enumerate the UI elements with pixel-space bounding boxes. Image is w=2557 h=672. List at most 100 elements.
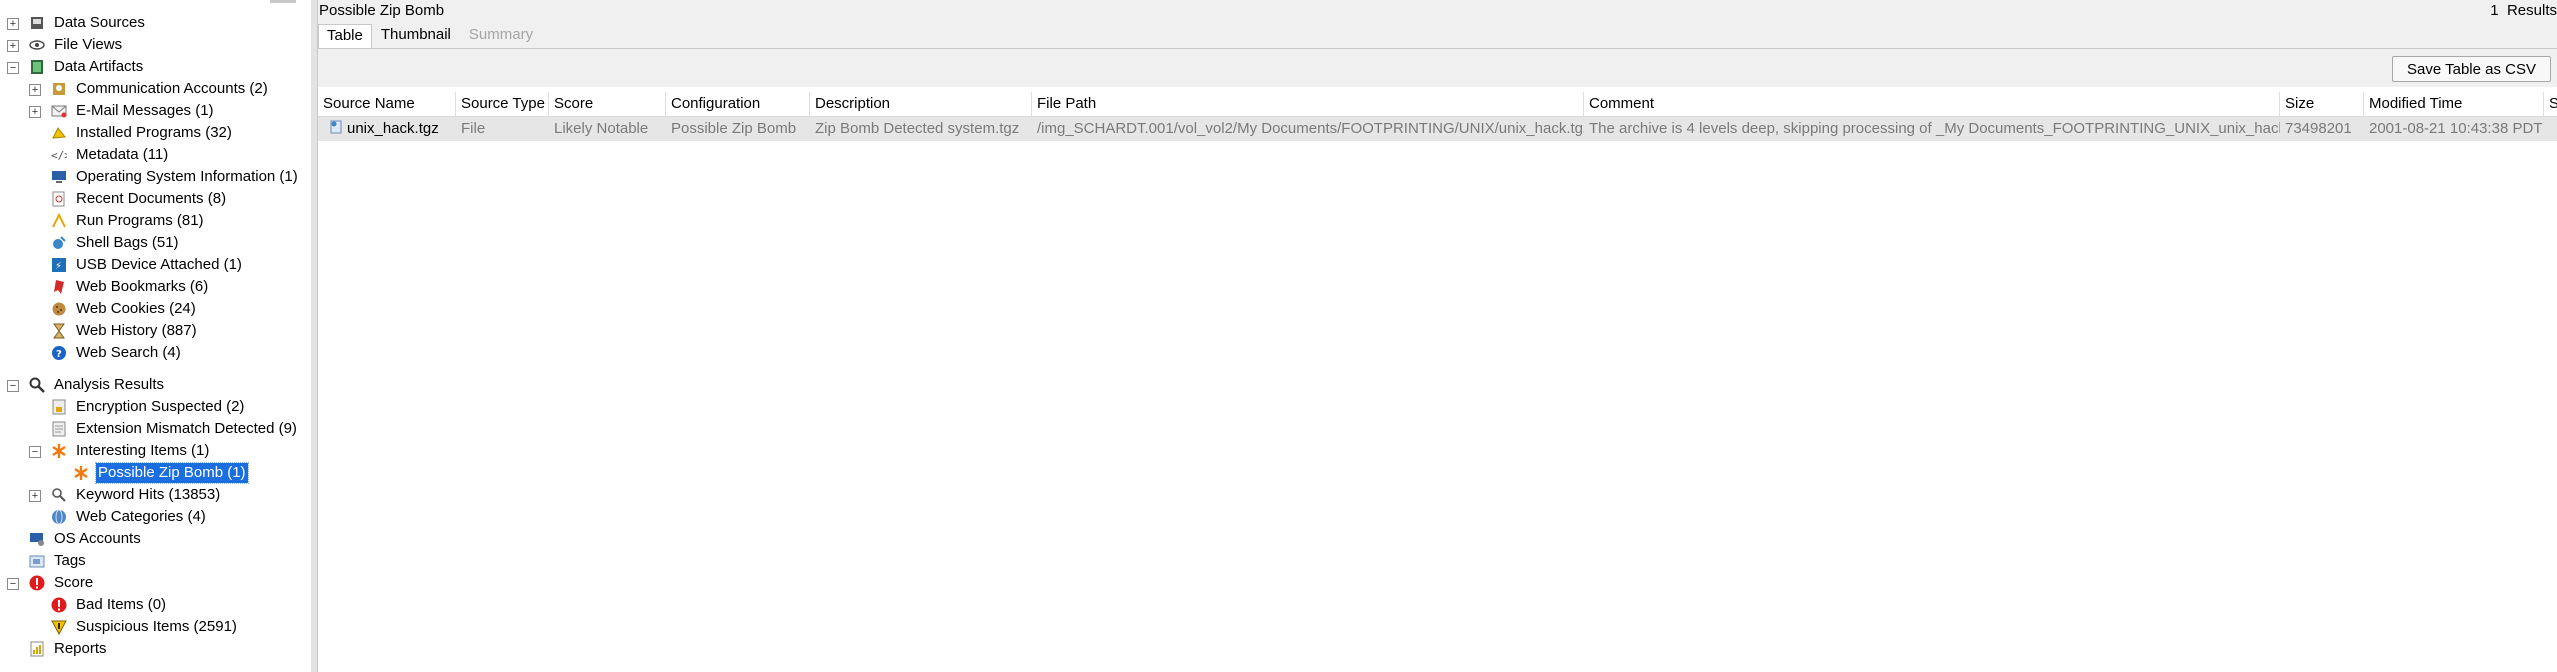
navigation-tree[interactable]: + Data Sources + File Views − Data Artif… [0, 0, 311, 672]
tree-item-tags[interactable]: Tags [28, 550, 88, 572]
tree-item-web-search[interactable]: ? Web Search (4) [50, 342, 183, 364]
cell-description: Zip Bomb Detected system.tgz [815, 120, 1020, 137]
data-sources-icon [28, 14, 46, 32]
tree-item-email-messages[interactable]: E-Mail Messages (1) [50, 100, 216, 122]
tree-item-label: Suspicious Items (2591) [76, 618, 237, 635]
cell-score: Likely Notable [554, 120, 649, 137]
tree-item-label: File Views [54, 36, 123, 53]
expand-toggle-keyword-hits[interactable]: + [29, 490, 41, 502]
tree-item-web-bookmarks[interactable]: Web Bookmarks (6) [50, 276, 210, 298]
column-header-comment[interactable]: Comment [1584, 92, 2280, 116]
tree-item-bad-items[interactable]: Bad Items (0) [50, 594, 168, 616]
tag-folder-icon [28, 552, 46, 570]
tree-item-os-information[interactable]: Operating System Information (1) [50, 166, 300, 188]
tree-item-label: Data Sources [54, 14, 145, 31]
table-header: Source Name Source Type Score Configurat… [318, 92, 2557, 117]
tree-item-label: Tags [54, 552, 86, 569]
tab-thumbnail[interactable]: Thumbnail [372, 23, 460, 48]
usb-icon: ⚡ [50, 256, 68, 274]
collapse-toggle-score[interactable]: − [7, 578, 19, 590]
column-header-score[interactable]: Score [549, 92, 666, 116]
expand-toggle-communication-accounts[interactable]: + [29, 84, 41, 96]
tree-item-web-history[interactable]: Web History (887) [50, 320, 199, 342]
cookie-icon [50, 300, 68, 318]
tree-item-os-accounts[interactable]: OS Accounts [28, 528, 143, 550]
collapse-toggle-analysis-results[interactable]: − [7, 380, 19, 392]
column-header-source-name[interactable]: Source Name [318, 92, 456, 116]
pane-splitter[interactable] [311, 0, 318, 672]
tree-item-label: Possible Zip Bomb (1) [95, 462, 249, 484]
contacts-icon [50, 80, 68, 98]
tree-item-metadata[interactable]: </> Metadata (11) [50, 144, 170, 166]
tree-item-recent-documents[interactable]: Recent Documents (8) [50, 188, 228, 210]
tree-item-data-artifacts[interactable]: Data Artifacts [28, 56, 145, 78]
result-viewer: Possible Zip Bomb 1 Results Table Thumbn… [318, 0, 2557, 672]
tree-item-reports[interactable]: Reports [28, 638, 109, 660]
cell-modified-time: 2001-08-21 10:43:38 PDT [2369, 120, 2543, 137]
table-panel: Save Table as CSV Source Name Source Typ… [318, 48, 2557, 672]
cell-file-path: /img_SCHARDT.001/vol_vol2/My Documents/F… [1037, 120, 1584, 137]
tree-item-label: Run Programs (81) [76, 212, 204, 229]
report-icon [28, 640, 46, 658]
tree-item-communication-accounts[interactable]: Communication Accounts (2) [50, 78, 270, 100]
tree-item-label: Web Cookies (24) [76, 300, 196, 317]
column-header-file-path[interactable]: File Path [1032, 92, 1584, 116]
tree-item-label: Reports [54, 640, 107, 657]
tree-item-run-programs[interactable]: Run Programs (81) [50, 210, 206, 232]
tree-item-label: Metadata (11) [76, 146, 169, 163]
column-header-truncated[interactable]: S [2544, 92, 2557, 116]
tree-item-analysis-results[interactable]: Analysis Results [28, 374, 166, 396]
tree-item-extension-mismatch[interactable]: Extension Mismatch Detected (9) [50, 418, 299, 440]
tree-item-label: OS Accounts [54, 530, 141, 547]
expand-toggle-data-sources[interactable]: + [7, 18, 19, 30]
tab-summary: Summary [468, 26, 534, 43]
save-csv-button[interactable]: Save Table as CSV [2392, 56, 2551, 82]
results-table[interactable]: Source Name Source Type Score Configurat… [318, 92, 2557, 672]
tree-item-label: Web Bookmarks (6) [76, 278, 209, 295]
results-count: 1 Results [2490, 2, 2557, 19]
tree-item-web-cookies[interactable]: Web Cookies (24) [50, 298, 198, 320]
tree-item-web-categories[interactable]: Web Categories (4) [50, 506, 208, 528]
expand-toggle-email-messages[interactable]: + [29, 106, 41, 118]
tree-item-possible-zip-bomb[interactable]: Possible Zip Bomb (1) [72, 462, 249, 484]
column-header-modified-time[interactable]: Modified Time [2364, 92, 2544, 116]
tree-item-label: Bad Items (0) [76, 596, 167, 613]
column-header-description[interactable]: Description [810, 92, 1032, 116]
table-row[interactable]: unix_hack.tgz File Likely Notable Possib… [318, 117, 2557, 141]
os-accounts-icon [28, 530, 46, 548]
column-header-size[interactable]: Size [2280, 92, 2364, 116]
column-header-configuration[interactable]: Configuration [666, 92, 810, 116]
bookmark-icon [50, 278, 68, 296]
expand-toggle-file-views[interactable]: + [7, 40, 19, 52]
tree-item-label: Web Categories (4) [76, 508, 206, 525]
collapse-toggle-interesting-items[interactable]: − [29, 446, 41, 458]
tree-item-label: Interesting Items (1) [76, 442, 210, 459]
tree-item-label: Shell Bags (51) [76, 234, 179, 251]
column-header-source-type[interactable]: Source Type [456, 92, 549, 116]
cell-source-name-text: unix_hack.tgz [347, 120, 439, 137]
tab-table[interactable]: Table [318, 24, 372, 48]
tree-item-file-views[interactable]: File Views [28, 34, 124, 56]
tree-item-score[interactable]: Score [28, 572, 95, 594]
installed-programs-icon [50, 124, 68, 142]
cell-comment: The archive is 4 levels deep, skipping p… [1589, 120, 2280, 137]
tree-item-label: Operating System Information (1) [76, 168, 298, 185]
collapse-toggle-data-artifacts[interactable]: − [7, 62, 19, 74]
cell-source-type: File [461, 120, 486, 137]
cell-size: 73498201 [2285, 120, 2352, 137]
tree-item-keyword-hits[interactable]: Keyword Hits (13853) [50, 484, 222, 506]
tree-item-label: Extension Mismatch Detected (9) [76, 420, 297, 437]
tree-scrollbar[interactable] [270, 0, 296, 3]
help-globe-icon: ? [50, 344, 68, 362]
recent-documents-icon [50, 190, 68, 208]
tree-item-label: E-Mail Messages (1) [76, 102, 214, 119]
tree-item-usb-device[interactable]: ⚡ USB Device Attached (1) [50, 254, 244, 276]
tree-item-installed-programs[interactable]: Installed Programs (32) [50, 122, 234, 144]
file-icon [330, 118, 344, 134]
tree-item-encryption-suspected[interactable]: Encryption Suspected (2) [50, 396, 246, 418]
shell-bags-icon [50, 234, 68, 252]
tree-item-interesting-items[interactable]: Interesting Items (1) [50, 440, 211, 462]
tree-item-suspicious-items[interactable]: Suspicious Items (2591) [50, 616, 239, 638]
tree-item-data-sources[interactable]: Data Sources [28, 12, 147, 34]
tree-item-shell-bags[interactable]: Shell Bags (51) [50, 232, 181, 254]
